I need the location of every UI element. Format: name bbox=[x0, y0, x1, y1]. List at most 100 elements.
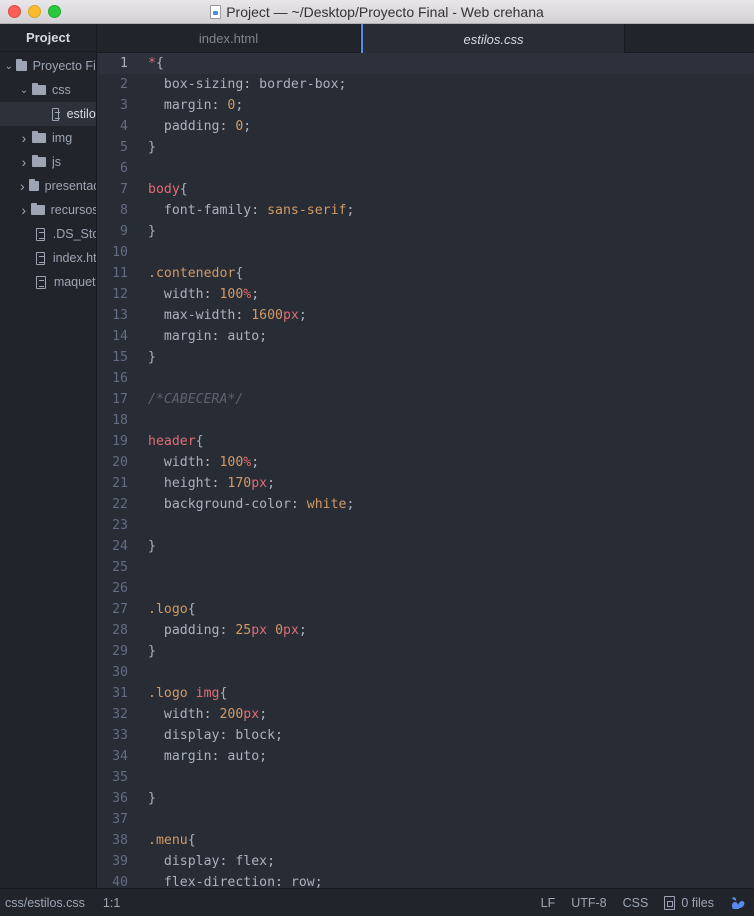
code-line[interactable]: 15} bbox=[98, 347, 754, 368]
line-number[interactable]: 1 bbox=[98, 56, 130, 71]
code-line[interactable]: 22 background-color: white; bbox=[98, 494, 754, 515]
line-number[interactable]: 29 bbox=[98, 644, 130, 659]
line-number[interactable]: 15 bbox=[98, 350, 130, 365]
code-line[interactable]: 37 bbox=[98, 809, 754, 830]
status-encoding[interactable]: UTF-8 bbox=[571, 896, 606, 910]
line-number[interactable]: 23 bbox=[98, 518, 130, 533]
line-number[interactable]: 35 bbox=[98, 770, 130, 785]
code-line[interactable]: 21 height: 170px; bbox=[98, 473, 754, 494]
line-number[interactable]: 19 bbox=[98, 434, 130, 449]
line-number[interactable]: 37 bbox=[98, 812, 130, 827]
line-number[interactable]: 32 bbox=[98, 707, 130, 722]
code-line[interactable]: 7 body{ bbox=[98, 179, 754, 200]
minimize-window-button[interactable] bbox=[28, 5, 41, 18]
tree-item-maqueta[interactable]: maqueta bbox=[0, 270, 96, 294]
code-line[interactable]: 5} bbox=[98, 137, 754, 158]
line-number[interactable]: 17 bbox=[98, 392, 130, 407]
code-line[interactable]: 8 font-family: sans-serif; bbox=[98, 200, 754, 221]
line-number[interactable]: 21 bbox=[98, 476, 130, 491]
code-line[interactable]: 4 padding: 0; bbox=[98, 116, 754, 137]
code-editor[interactable]: 1 *{2 box-sizing: border-box; 3 margin: 0;… bbox=[98, 53, 754, 888]
code-line[interactable]: 23 bbox=[98, 515, 754, 536]
line-number[interactable]: 11 bbox=[98, 266, 130, 281]
code-line[interactable]: 16 bbox=[98, 368, 754, 389]
line-number[interactable]: 2 bbox=[98, 77, 130, 92]
tree-item-ds-store[interactable]: .DS_Store bbox=[0, 222, 96, 246]
code-line[interactable]: 40 flex-direction: row; bbox=[98, 872, 754, 888]
code-line[interactable]: 29} bbox=[98, 641, 754, 662]
status-grammar[interactable]: CSS bbox=[623, 896, 649, 910]
code-line[interactable]: 36} bbox=[98, 788, 754, 809]
code-line[interactable]: 6 bbox=[98, 158, 754, 179]
code-line[interactable]: 35 bbox=[98, 767, 754, 788]
line-number[interactable]: 10 bbox=[98, 245, 130, 260]
code-line[interactable]: 10 bbox=[98, 242, 754, 263]
line-number[interactable]: 8 bbox=[98, 203, 130, 218]
code-line[interactable]: 39 display: flex; bbox=[98, 851, 754, 872]
code-line[interactable]: 17 /*CABECERA*/ bbox=[98, 389, 754, 410]
line-number[interactable]: 5 bbox=[98, 140, 130, 155]
code-line[interactable]: 28 padding: 25px 0px; bbox=[98, 620, 754, 641]
line-number[interactable]: 34 bbox=[98, 749, 130, 764]
code-line[interactable]: 14 margin: auto; bbox=[98, 326, 754, 347]
line-number[interactable]: 24 bbox=[98, 539, 130, 554]
zoom-window-button[interactable] bbox=[48, 5, 61, 18]
code-line[interactable]: 18 bbox=[98, 410, 754, 431]
chevron-right-icon[interactable]: › bbox=[18, 178, 27, 194]
code-line[interactable]: 32 width: 200px; bbox=[98, 704, 754, 725]
code-line[interactable]: 38 .menu{ bbox=[98, 830, 754, 851]
code-line[interactable]: 24} bbox=[98, 536, 754, 557]
code-line[interactable]: 25 bbox=[98, 557, 754, 578]
code-line[interactable]: 31 .logo img{ bbox=[98, 683, 754, 704]
close-window-button[interactable] bbox=[8, 5, 21, 18]
tree-item-js[interactable]: › js bbox=[0, 150, 96, 174]
code-line[interactable]: 2 box-sizing: border-box; bbox=[98, 74, 754, 95]
chevron-down-icon[interactable]: ⌄ bbox=[4, 61, 14, 72]
code-line[interactable]: 1 *{ bbox=[98, 53, 754, 74]
code-line[interactable]: 20 width: 100%; bbox=[98, 452, 754, 473]
status-cursor-position[interactable]: 1:1 bbox=[103, 896, 120, 910]
code-line[interactable]: 12 width: 100%; bbox=[98, 284, 754, 305]
code-line[interactable]: 3 margin: 0; bbox=[98, 95, 754, 116]
line-number[interactable]: 40 bbox=[98, 875, 130, 888]
line-number[interactable]: 7 bbox=[98, 182, 130, 197]
chevron-right-icon[interactable]: › bbox=[18, 154, 30, 170]
tree-item-css[interactable]: ⌄ css bbox=[0, 78, 96, 102]
status-line-ending[interactable]: LF bbox=[541, 896, 556, 910]
line-number[interactable]: 36 bbox=[98, 791, 130, 806]
project-panel-header[interactable]: Project bbox=[0, 24, 96, 52]
code-line[interactable]: 11 .contenedor{ bbox=[98, 263, 754, 284]
line-number[interactable]: 27 bbox=[98, 602, 130, 617]
chevron-right-icon[interactable]: › bbox=[18, 130, 30, 146]
line-number[interactable]: 25 bbox=[98, 560, 130, 575]
line-number[interactable]: 20 bbox=[98, 455, 130, 470]
tree-item-proyecto-final[interactable]: ⌄ Proyecto Final bbox=[0, 54, 96, 78]
code-line[interactable]: 30 bbox=[98, 662, 754, 683]
line-number[interactable]: 9 bbox=[98, 224, 130, 239]
code-line[interactable]: 33 display: block; bbox=[98, 725, 754, 746]
tab-index-html[interactable]: index.html bbox=[97, 24, 361, 53]
line-number[interactable]: 6 bbox=[98, 161, 130, 176]
tree-item-estilos-css[interactable]: estilos.css bbox=[0, 102, 96, 126]
code-line[interactable]: 9} bbox=[98, 221, 754, 242]
line-number[interactable]: 30 bbox=[98, 665, 130, 680]
squirrel-icon[interactable] bbox=[730, 895, 746, 911]
tree-item-index-html[interactable]: index.html bbox=[0, 246, 96, 270]
chevron-right-icon[interactable]: › bbox=[18, 202, 29, 218]
code-line[interactable]: 19 header{ bbox=[98, 431, 754, 452]
tab-estilos-css[interactable]: estilos.css bbox=[361, 24, 625, 54]
line-number[interactable]: 22 bbox=[98, 497, 130, 512]
line-number[interactable]: 3 bbox=[98, 98, 130, 113]
code-line[interactable]: 34 margin: auto; bbox=[98, 746, 754, 767]
line-number[interactable]: 33 bbox=[98, 728, 130, 743]
line-number[interactable]: 26 bbox=[98, 581, 130, 596]
line-number[interactable]: 18 bbox=[98, 413, 130, 428]
tree-item-recursos[interactable]: › recursos bbox=[0, 198, 96, 222]
line-number[interactable]: 14 bbox=[98, 329, 130, 344]
line-number[interactable]: 38 bbox=[98, 833, 130, 848]
line-number[interactable]: 39 bbox=[98, 854, 130, 869]
chevron-down-icon[interactable]: ⌄ bbox=[18, 85, 30, 96]
code-line[interactable]: 13 max-width: 1600px; bbox=[98, 305, 754, 326]
code-line[interactable]: 26 bbox=[98, 578, 754, 599]
status-git-files[interactable]: 0 files bbox=[664, 895, 714, 910]
